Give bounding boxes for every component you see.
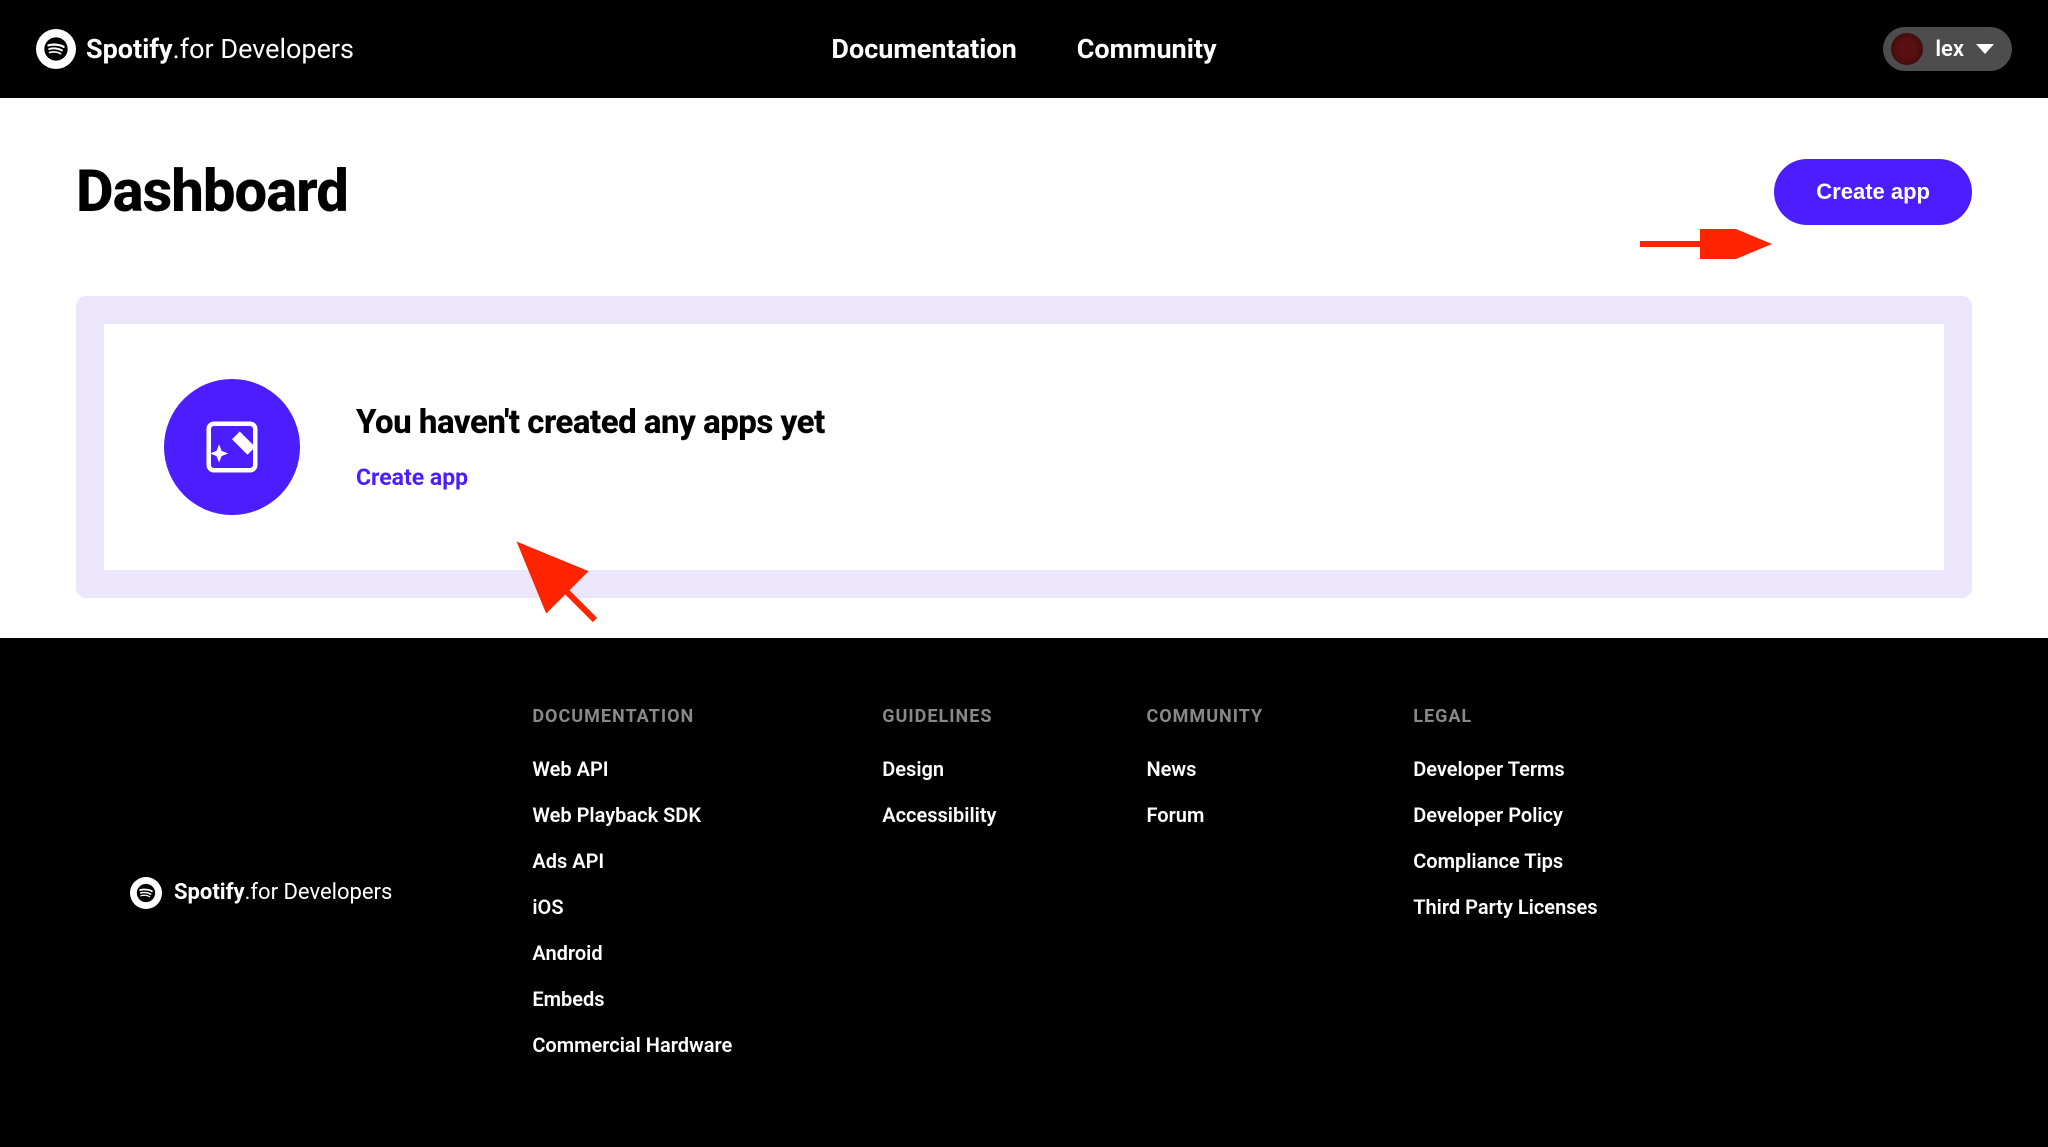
create-app-link[interactable]: Create app: [356, 464, 468, 491]
footer-logo-text: Spotify.for Developers: [174, 880, 392, 905]
nav-documentation[interactable]: Documentation: [831, 33, 1016, 65]
footer-link[interactable]: Android: [532, 941, 732, 965]
footer-link[interactable]: Third Party Licenses: [1413, 895, 1597, 919]
footer: Spotify.for Developers DOCUMENTATION Web …: [0, 638, 2048, 1147]
title-row: Dashboard Create app: [76, 158, 1972, 226]
footer-column: DOCUMENTATION Web API Web Playback SDK Ads …: [532, 706, 732, 1079]
header: Spotify.for Developers Documentation Com…: [0, 0, 2048, 98]
logo-text: Spotify.for Developers: [86, 33, 354, 65]
footer-link[interactable]: Embeds: [532, 987, 732, 1011]
nav-links: Documentation Community: [831, 33, 1216, 65]
footer-columns: DOCUMENTATION Web API Web Playback SDK Ads …: [532, 706, 1597, 1079]
footer-link[interactable]: Design: [882, 757, 996, 781]
spotify-icon: [130, 877, 162, 909]
footer-column-title: COMMUNITY: [1146, 706, 1263, 727]
footer-link[interactable]: News: [1146, 757, 1263, 781]
chevron-down-icon: [1976, 44, 1994, 54]
footer-column: GUIDELINES Design Accessibility: [882, 706, 996, 1079]
avatar: [1891, 33, 1923, 65]
create-app-icon: [164, 379, 300, 515]
empty-state-inner: You haven't created any apps yet Create …: [104, 324, 1944, 570]
footer-link[interactable]: Commercial Hardware: [532, 1033, 732, 1057]
footer-link[interactable]: Web API: [532, 757, 732, 781]
logo[interactable]: Spotify.for Developers: [36, 29, 354, 69]
footer-column-title: GUIDELINES: [882, 706, 996, 727]
footer-link[interactable]: Ads API: [532, 849, 732, 873]
footer-link[interactable]: Developer Policy: [1413, 803, 1597, 827]
footer-logo[interactable]: Spotify.for Developers: [130, 706, 392, 1079]
footer-link[interactable]: Compliance Tips: [1413, 849, 1597, 873]
footer-column: LEGAL Developer Terms Developer Policy Comp…: [1413, 706, 1597, 1079]
footer-column-title: LEGAL: [1413, 706, 1597, 727]
user-name: lex: [1935, 37, 1964, 62]
empty-state-panel: You haven't created any apps yet Create …: [76, 296, 1972, 598]
footer-column-title: DOCUMENTATION: [532, 706, 732, 727]
footer-link[interactable]: iOS: [532, 895, 732, 919]
create-app-button[interactable]: Create app: [1774, 159, 1972, 225]
spotify-icon: [36, 29, 76, 69]
footer-link[interactable]: Developer Terms: [1413, 757, 1597, 781]
footer-link[interactable]: Accessibility: [882, 803, 996, 827]
page-title: Dashboard: [76, 158, 348, 226]
footer-column: COMMUNITY News Forum: [1146, 706, 1263, 1079]
empty-state-text: You haven't created any apps yet Create …: [356, 403, 825, 491]
footer-link[interactable]: Web Playback SDK: [532, 803, 732, 827]
footer-link[interactable]: Forum: [1146, 803, 1263, 827]
empty-state-heading: You haven't created any apps yet: [356, 403, 825, 442]
main-content: Dashboard Create app You haven't created…: [0, 98, 2048, 638]
user-menu[interactable]: lex: [1883, 27, 2012, 71]
nav-community[interactable]: Community: [1077, 33, 1217, 65]
